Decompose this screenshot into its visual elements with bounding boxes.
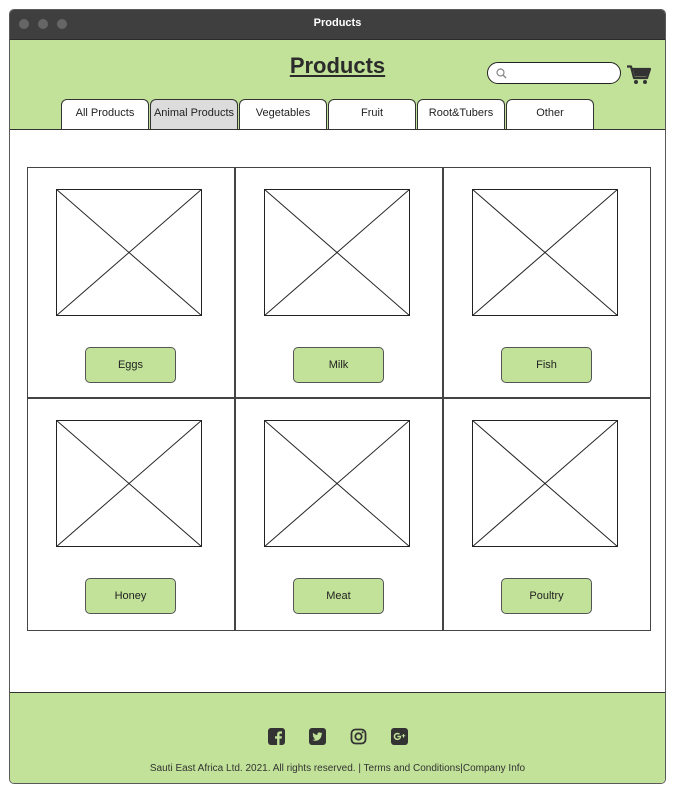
product-button-honey[interactable]: Honey: [85, 578, 176, 614]
facebook-icon[interactable]: [268, 728, 285, 745]
tab-root-tubers[interactable]: Root&Tubers: [417, 99, 505, 129]
product-card: Poultry: [444, 399, 650, 630]
product-button-meat[interactable]: Meat: [293, 578, 384, 614]
tab-animal-products[interactable]: Animal Products: [150, 99, 238, 129]
shopping-cart-icon[interactable]: [627, 65, 651, 85]
image-placeholder-icon: [56, 420, 202, 547]
google-plus-icon[interactable]: [391, 728, 408, 745]
product-card: Meat: [236, 399, 444, 630]
tab-vegetables[interactable]: Vegetables: [239, 99, 327, 129]
image-placeholder-icon: [56, 189, 202, 316]
twitter-icon[interactable]: [309, 728, 326, 745]
product-button-eggs[interactable]: Eggs: [85, 347, 176, 383]
social-links: [268, 728, 408, 745]
site-header: Products All Products Animal Products Ve…: [10, 40, 665, 130]
window-title: Products: [313, 17, 362, 29]
tab-fruit[interactable]: Fruit: [328, 99, 416, 129]
image-placeholder-icon: [472, 189, 618, 316]
terms-link[interactable]: Terms and Conditions: [364, 763, 461, 774]
title-bar: Products: [10, 10, 665, 40]
image-placeholder-icon: [264, 189, 410, 316]
category-tabs: All Products Animal Products Vegetables …: [61, 99, 595, 129]
product-card: Milk: [236, 168, 444, 399]
copyright-text: Sauti East Africa Ltd. 2021. All rights …: [149, 763, 361, 774]
browser-window: Products Products All Products Animal Pr…: [9, 9, 666, 784]
product-button-poultry[interactable]: Poultry: [501, 578, 592, 614]
image-placeholder-icon: [472, 420, 618, 547]
product-button-fish[interactable]: Fish: [501, 347, 592, 383]
tab-other[interactable]: Other: [506, 99, 594, 129]
product-button-milk[interactable]: Milk: [293, 347, 384, 383]
product-card: Honey: [28, 399, 236, 630]
search-input[interactable]: [512, 65, 616, 83]
product-card: Eggs: [28, 168, 236, 399]
product-card: Fish: [444, 168, 650, 399]
site-footer: Sauti East Africa Ltd. 2021. All rights …: [10, 692, 665, 783]
copyright-line: Sauti East Africa Ltd. 2021. All rights …: [10, 763, 665, 774]
instagram-icon[interactable]: [350, 728, 367, 745]
tab-all-products[interactable]: All Products: [61, 99, 149, 129]
product-grid: Eggs Milk Fish Honey Meat Poultry: [27, 167, 651, 631]
image-placeholder-icon: [264, 420, 410, 547]
company-info-link[interactable]: Company Info: [463, 763, 525, 774]
search-icon: [496, 68, 507, 79]
search-box[interactable]: [487, 62, 621, 84]
